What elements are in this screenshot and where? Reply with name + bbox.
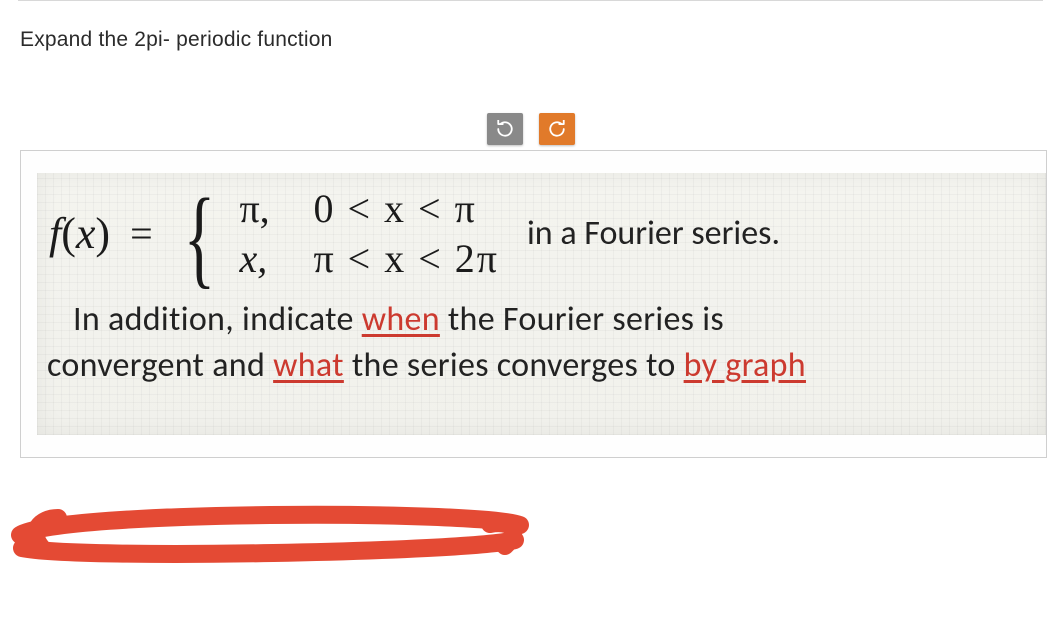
lhs-close-paren: ) bbox=[95, 209, 110, 258]
rotate-ccw-icon bbox=[496, 120, 514, 138]
underlined-when: when bbox=[362, 299, 440, 340]
lhs-var: x bbox=[76, 209, 96, 258]
instruction-line-1: In addition, indicate when the Fourier s… bbox=[47, 299, 1036, 342]
piecewise-cases: π, 0 < x < π x, π < x < 2π bbox=[239, 189, 499, 279]
formula-trailing-text: in a Fourier series. bbox=[527, 217, 780, 251]
line3-mid: the series converges to bbox=[344, 345, 684, 386]
function-lhs: f(x) bbox=[47, 212, 110, 256]
left-brace: { bbox=[183, 191, 215, 285]
case-2: x, π < x < 2π bbox=[239, 239, 499, 279]
redaction-scribble bbox=[0, 490, 560, 580]
case-1: π, 0 < x < π bbox=[239, 189, 499, 229]
prompt-text: Expand the 2pi- periodic function bbox=[20, 28, 332, 52]
redo-button[interactable] bbox=[539, 113, 575, 145]
instruction-line-2: convergent and what the series converges… bbox=[47, 345, 1036, 388]
line2-pre: In addition, indicate bbox=[73, 299, 362, 340]
case-1-condition: 0 < x < π bbox=[313, 189, 476, 229]
problem-box: f(x) = { π, 0 < x < π x, π < x < 2π in a… bbox=[37, 173, 1046, 435]
underlined-by-graph: by graph bbox=[684, 345, 806, 386]
top-divider bbox=[18, 0, 1043, 1]
line2-post: the Fourier series is bbox=[440, 299, 724, 340]
case-2-value: x, bbox=[239, 239, 289, 279]
underlined-what: what bbox=[273, 345, 344, 386]
lhs-f: f bbox=[49, 209, 61, 258]
case-1-value: π, bbox=[239, 189, 289, 229]
rotate-cw-icon bbox=[548, 120, 566, 138]
undo-button[interactable] bbox=[487, 113, 523, 145]
formula-line: f(x) = { π, 0 < x < π x, π < x < 2π in a… bbox=[47, 187, 1036, 281]
action-buttons bbox=[487, 113, 575, 145]
content-frame: f(x) = { π, 0 < x < π x, π < x < 2π in a… bbox=[20, 150, 1047, 458]
equals-sign: = bbox=[124, 214, 159, 254]
case-2-condition: π < x < 2π bbox=[313, 239, 499, 279]
lhs-open-paren: ( bbox=[61, 209, 76, 258]
line3-pre: convergent and bbox=[47, 345, 273, 386]
